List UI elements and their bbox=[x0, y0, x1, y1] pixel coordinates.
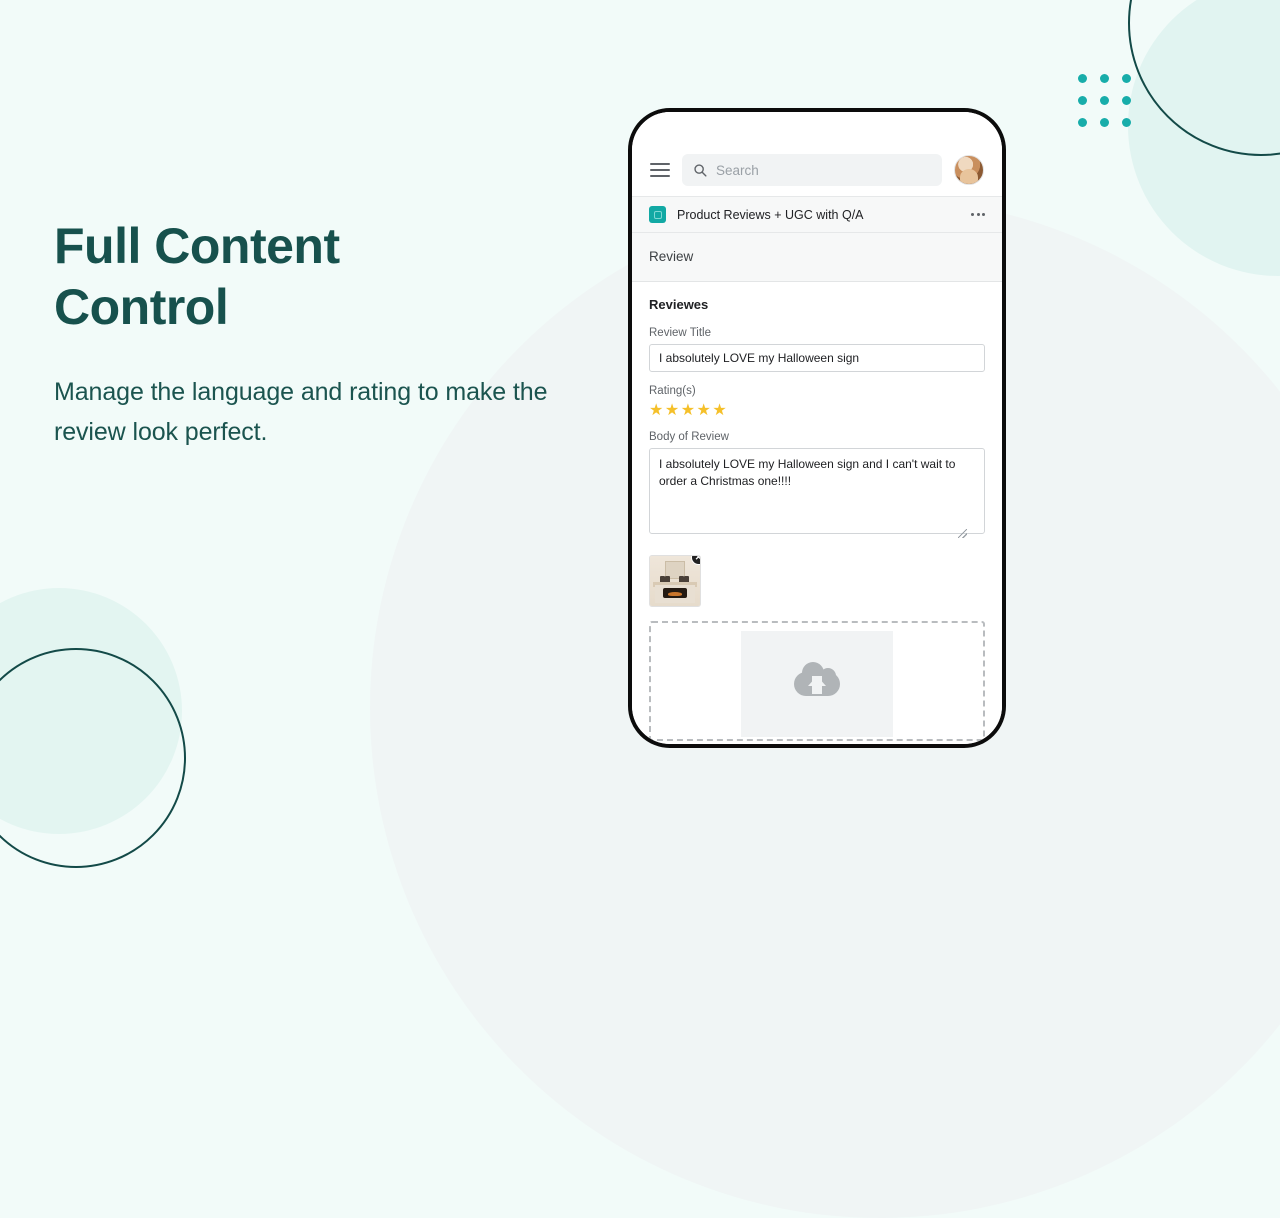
background-ring-topright bbox=[1128, 0, 1280, 156]
review-body-textarea[interactable] bbox=[649, 448, 985, 534]
review-form: Reviewes Review Title Rating(s) ★★★★★ Bo… bbox=[632, 282, 1002, 741]
rating-label: Rating(s) bbox=[649, 385, 696, 397]
grid-dot bbox=[1078, 96, 1087, 105]
dot-grid-decoration bbox=[1078, 74, 1144, 140]
grid-dot bbox=[1122, 74, 1131, 83]
hero-copy: Full Content Control Manage the language… bbox=[54, 216, 614, 452]
background-circle-mint-bottomleft bbox=[0, 588, 182, 834]
background-circle-mint-topright bbox=[1128, 0, 1280, 276]
review-header-label: Review bbox=[649, 249, 694, 264]
grid-dot bbox=[1100, 96, 1109, 105]
review-title-label: Review Title bbox=[649, 327, 711, 339]
avatar[interactable] bbox=[954, 155, 984, 185]
grid-dot bbox=[1100, 118, 1109, 127]
page-title-line-1: Full Content bbox=[54, 218, 340, 274]
upload-dropzone[interactable] bbox=[649, 621, 985, 741]
app-icon bbox=[649, 206, 666, 223]
grid-dot bbox=[1122, 118, 1131, 127]
grid-dot bbox=[1078, 118, 1087, 127]
review-header-row: Review bbox=[632, 233, 1002, 282]
more-options-icon[interactable] bbox=[971, 213, 985, 216]
search-placeholder: Search bbox=[716, 162, 759, 178]
grid-dot bbox=[1122, 96, 1131, 105]
phone-notch bbox=[742, 112, 892, 136]
reviewer-section-title: Reviewes bbox=[649, 297, 709, 312]
app-header-row: Product Reviews + UGC with Q/A bbox=[632, 196, 1002, 233]
review-body-label: Body of Review bbox=[649, 431, 729, 443]
page-title: Full Content Control bbox=[54, 216, 614, 338]
app-name-label: Product Reviews + UGC with Q/A bbox=[677, 207, 864, 222]
hamburger-menu-icon[interactable] bbox=[650, 163, 670, 177]
review-body-wrapper bbox=[649, 448, 985, 539]
grid-dot bbox=[1078, 74, 1087, 83]
search-input[interactable]: Search bbox=[682, 154, 942, 186]
page-title-line-2: Control bbox=[54, 279, 229, 335]
rating-stars[interactable]: ★★★★★ bbox=[649, 402, 985, 420]
phone-screen: Search Product Reviews + UGC with Q/A Re… bbox=[632, 112, 1002, 744]
search-icon bbox=[694, 164, 707, 177]
page-subtitle: Manage the language and rating to make t… bbox=[54, 378, 548, 446]
media-thumbnail-list: ✕ bbox=[649, 555, 985, 607]
textarea-resize-handle[interactable] bbox=[958, 529, 967, 538]
cloud-upload-icon bbox=[794, 662, 840, 696]
background-ring-bottomleft bbox=[0, 648, 186, 868]
review-title-input[interactable] bbox=[649, 344, 985, 372]
upload-dropzone-inner bbox=[741, 631, 893, 737]
phone-mockup: Search Product Reviews + UGC with Q/A Re… bbox=[628, 108, 1006, 748]
grid-dot bbox=[1100, 74, 1109, 83]
review-photo-thumbnail[interactable]: ✕ bbox=[649, 555, 701, 607]
